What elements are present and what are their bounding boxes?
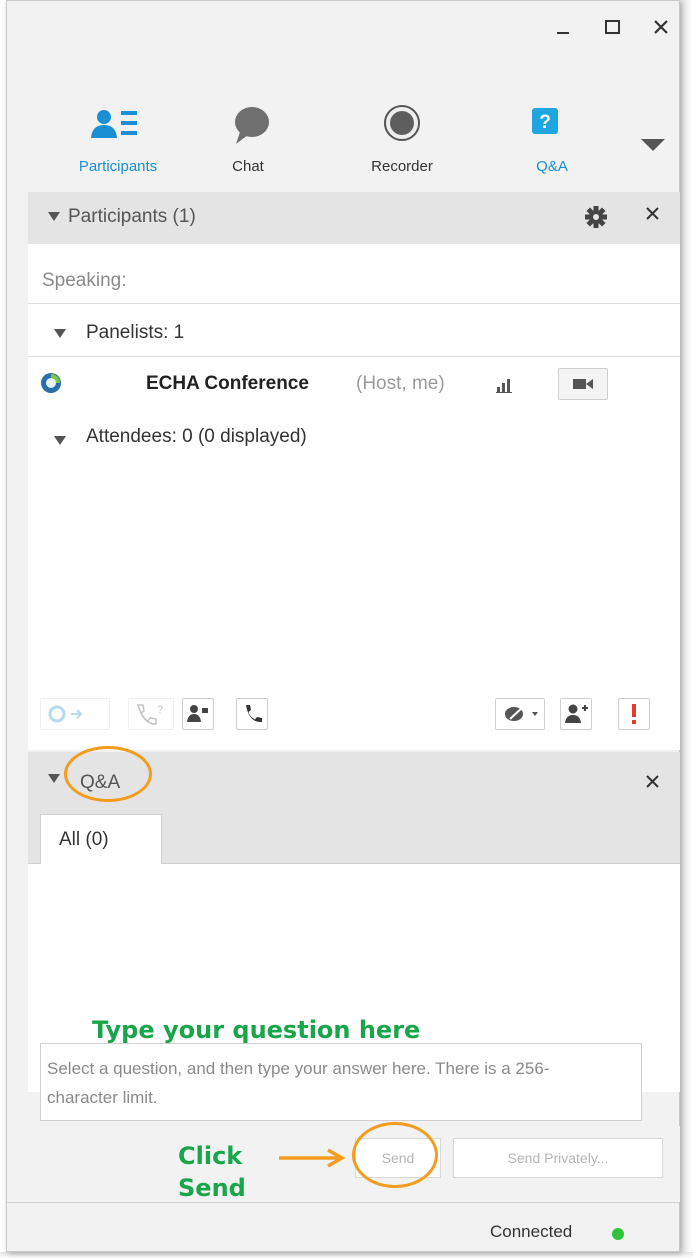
close-icon bbox=[646, 775, 659, 788]
collapse-triangle-icon bbox=[48, 212, 60, 221]
video-camera-icon bbox=[573, 379, 593, 389]
pen-icon bbox=[505, 705, 538, 721]
add-user-icon bbox=[565, 704, 588, 723]
answer-input[interactable]: Select a question, and then type your an… bbox=[40, 1043, 642, 1121]
svg-text:?: ? bbox=[539, 112, 551, 133]
send-privately-button[interactable]: Send Privately... bbox=[453, 1138, 663, 1178]
window-shadow-bottom bbox=[0, 1252, 693, 1258]
connection-status: Connected bbox=[490, 1222, 573, 1241]
participants-panel-title: Participants (1) bbox=[68, 206, 196, 227]
toolbar-more-dropdown[interactable] bbox=[640, 137, 666, 158]
tab-participants-label: Participants bbox=[78, 158, 158, 175]
tab-chat-label: Chat bbox=[232, 158, 264, 175]
maximize-button[interactable] bbox=[598, 12, 628, 42]
close-window-button[interactable] bbox=[646, 12, 676, 42]
divider bbox=[28, 303, 680, 304]
add-participant-button[interactable] bbox=[560, 698, 592, 730]
collapse-triangle-icon bbox=[48, 774, 60, 783]
alert-button[interactable] bbox=[618, 698, 650, 730]
tab-all[interactable]: All (0) bbox=[40, 814, 162, 865]
participants-icon bbox=[91, 110, 137, 138]
arrow-right-icon bbox=[279, 1148, 346, 1168]
panelist-name: ECHA Conference bbox=[146, 373, 309, 394]
minimize-icon bbox=[557, 32, 569, 34]
phone-question-icon: ? bbox=[136, 704, 163, 725]
tab-all-label: All (0) bbox=[59, 829, 109, 850]
qa-icon: ? bbox=[532, 108, 558, 134]
participants-panel-header[interactable]: Participants (1) bbox=[28, 192, 680, 244]
speaking-label: Speaking: bbox=[42, 270, 127, 291]
video-button[interactable] bbox=[558, 368, 608, 400]
minimize-button[interactable] bbox=[548, 12, 578, 42]
close-icon bbox=[646, 207, 659, 220]
divider bbox=[28, 356, 680, 357]
annotation-button[interactable] bbox=[495, 698, 545, 730]
tab-recorder-label: Recorder bbox=[371, 158, 433, 175]
video-participant-button[interactable] bbox=[182, 698, 214, 730]
invite-icon bbox=[48, 705, 83, 723]
close-icon bbox=[654, 20, 668, 34]
annotation-click: Click bbox=[178, 1142, 243, 1170]
window-shadow bbox=[680, 0, 693, 1258]
exclamation-icon bbox=[632, 704, 636, 724]
phone-icon bbox=[246, 705, 262, 723]
person-video-icon bbox=[187, 705, 208, 722]
maximize-icon bbox=[605, 20, 620, 34]
gear-icon[interactable] bbox=[582, 203, 610, 231]
tab-qa-label: Q&A bbox=[536, 158, 568, 175]
webex-status-icon bbox=[41, 373, 61, 393]
chevron-down-icon bbox=[641, 139, 665, 151]
call-button[interactable] bbox=[236, 698, 268, 730]
audio-help-button[interactable]: ? bbox=[128, 698, 174, 730]
divider bbox=[7, 1202, 679, 1203]
qa-highlight-circle bbox=[64, 746, 152, 802]
send-privately-label: Send Privately... bbox=[507, 1150, 609, 1166]
recorder-icon bbox=[384, 105, 420, 141]
qa-panel-close[interactable] bbox=[642, 770, 664, 798]
collapse-triangle-icon[interactable] bbox=[54, 436, 66, 445]
panelist-role: (Host, me) bbox=[356, 373, 445, 394]
svg-text:?: ? bbox=[157, 704, 163, 716]
annotation-type-question: Type your question here bbox=[92, 1016, 421, 1044]
answer-input-placeholder: Select a question, and then type your an… bbox=[47, 1059, 550, 1107]
panelists-label: Panelists: 1 bbox=[86, 322, 185, 343]
chat-icon bbox=[235, 107, 269, 144]
participants-list bbox=[28, 244, 680, 750]
participants-panel-close[interactable] bbox=[642, 202, 664, 230]
send-highlight-circle bbox=[352, 1122, 438, 1188]
audio-level-icon bbox=[496, 379, 512, 393]
collapse-triangle-icon[interactable] bbox=[54, 329, 66, 338]
annotation-send: Send bbox=[178, 1174, 246, 1202]
attendees-label: Attendees: 0 (0 displayed) bbox=[86, 426, 307, 447]
invite-button[interactable] bbox=[40, 698, 110, 730]
connected-indicator-icon bbox=[612, 1228, 624, 1240]
